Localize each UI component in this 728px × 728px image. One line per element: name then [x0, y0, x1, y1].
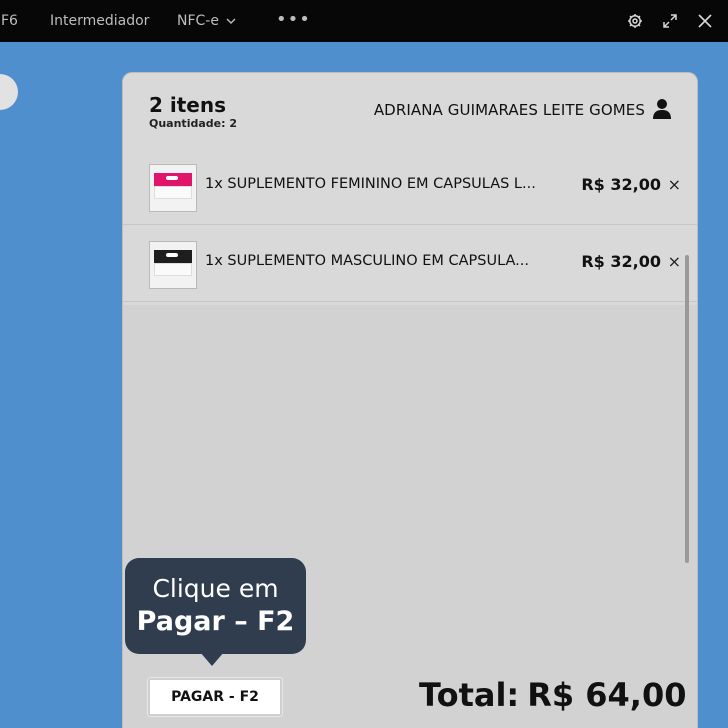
quantity-label: Quantidade: 2 — [149, 117, 237, 130]
tooltip-line2: Pagar – F2 — [136, 606, 295, 637]
product-thumbnail — [149, 241, 197, 289]
cart-items: 1x SUPLEMENTO FEMININO EM CAPSULAS L... … — [123, 148, 697, 305]
toolbar-item-nfce[interactable]: NFC-e — [177, 13, 236, 29]
more-menu-button[interactable]: ••• — [276, 9, 311, 30]
cart-item[interactable]: 1x SUPLEMENTO FEMININO EM CAPSULAS L... … — [123, 148, 697, 225]
close-icon[interactable] — [695, 11, 715, 31]
item-price: R$ 32,00 — [581, 175, 661, 194]
cart-item[interactable]: 1x SUPLEMENTO MASCULINO EM CAPSULA... R$… — [123, 225, 697, 302]
gear-icon[interactable] — [625, 11, 645, 31]
nfce-label: NFC-e — [177, 13, 219, 29]
user-icon[interactable] — [653, 98, 671, 120]
remove-item-button[interactable]: × — [668, 175, 681, 194]
tooltip-line1: Clique em — [152, 574, 279, 603]
chevron-down-icon — [226, 18, 236, 24]
scrollbar[interactable] — [685, 255, 689, 563]
items-count: 2 itens — [149, 93, 227, 117]
item-price: R$ 32,00 — [581, 252, 661, 271]
expand-icon[interactable] — [660, 11, 680, 31]
pay-button[interactable]: PAGAR - F2 — [148, 678, 282, 716]
remove-item-button[interactable]: × — [668, 252, 681, 271]
tooltip-arrow — [200, 652, 224, 666]
total-amount: R$ 64,00 — [527, 676, 687, 714]
item-name: 1x SUPLEMENTO FEMININO EM CAPSULAS L... — [205, 176, 536, 192]
toolbar-item-f6[interactable]: F6 — [1, 13, 18, 29]
toolbar-item-intermediador[interactable]: Intermediador — [50, 13, 149, 29]
side-toggle[interactable] — [0, 74, 18, 110]
cart-header: 2 itens Quantidade: 2 ADRIANA GUIMARAES … — [123, 73, 697, 148]
top-toolbar: F6 Intermediador NFC-e ••• — [0, 0, 728, 42]
order-total: Total: R$ 64,00 — [419, 676, 686, 714]
pay-tooltip: Clique em Pagar – F2 — [125, 558, 306, 654]
customer-name[interactable]: ADRIANA GUIMARAES LEITE GOMES — [374, 101, 645, 119]
product-thumbnail — [149, 164, 197, 212]
total-label: Total: — [419, 676, 520, 714]
item-name: 1x SUPLEMENTO MASCULINO EM CAPSULA... — [205, 253, 529, 269]
